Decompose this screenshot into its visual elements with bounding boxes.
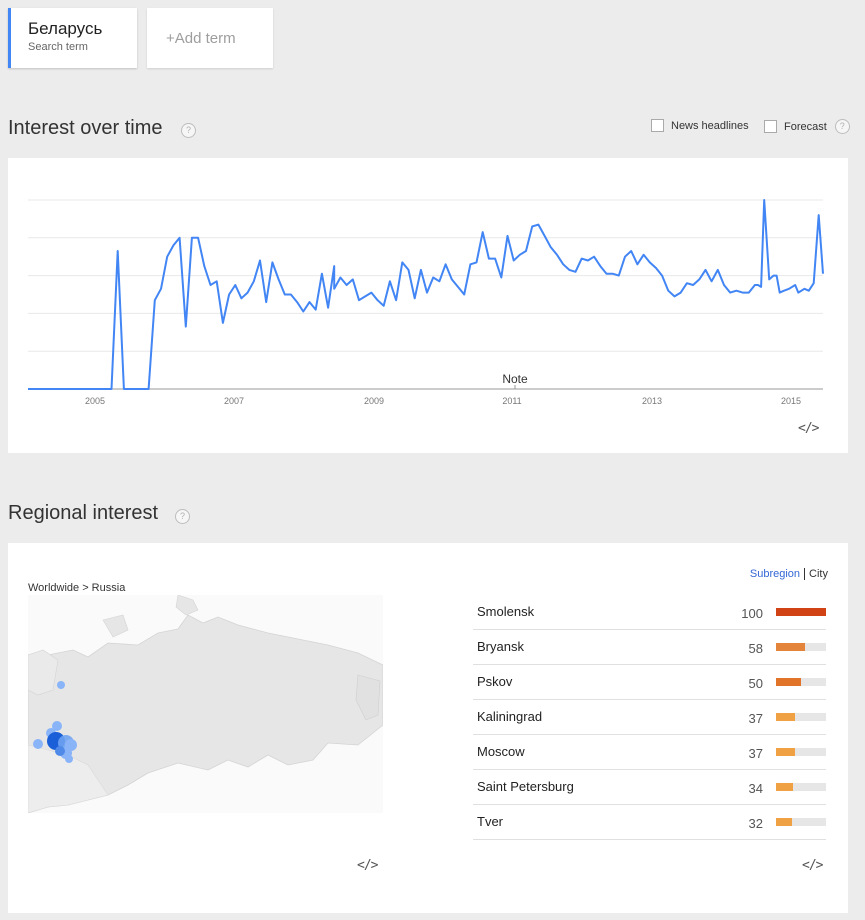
region-bar <box>776 748 826 756</box>
list-embed-icon[interactable]: </> <box>802 858 824 873</box>
regional-panel: Worldwide > Russia </> Subregion City Smo… <box>8 543 848 913</box>
subregion-toggle[interactable]: Subregion <box>749 568 806 580</box>
news-headlines-label: News headlines <box>671 119 749 132</box>
region-name: Moscow <box>477 744 525 759</box>
region-value: 58 <box>748 641 763 656</box>
help-icon[interactable]: ? <box>181 123 196 138</box>
search-term-caption: Search term <box>28 41 88 53</box>
region-bar-fill <box>776 748 795 756</box>
add-term-button[interactable]: +Add term <box>147 8 273 68</box>
region-bar <box>776 608 826 616</box>
region-name: Bryansk <box>477 639 524 654</box>
checkbox-box[interactable] <box>764 120 777 133</box>
series-line[interactable] <box>28 199 824 390</box>
region-row[interactable]: Pskov 50 <box>473 665 826 700</box>
map-embed-icon[interactable]: </> <box>357 858 379 873</box>
region-bar-fill <box>776 713 795 721</box>
map-breadcrumb[interactable]: Worldwide > Russia <box>28 582 125 594</box>
region-name: Saint Petersburg <box>477 779 574 794</box>
region-bar-fill <box>776 678 801 686</box>
region-bar <box>776 818 826 826</box>
region-name: Tver <box>477 814 503 829</box>
region-bar-fill <box>776 643 805 651</box>
region-row[interactable]: Tver 32 <box>473 805 826 840</box>
region-value: 34 <box>748 781 763 796</box>
region-bar-fill <box>776 818 792 826</box>
interest-line-chart: 2005 2007 2009 2011 2013 2015 Note <box>28 199 824 406</box>
region-bar-fill <box>776 783 793 791</box>
region-bar-fill <box>776 608 826 616</box>
region-value: 100 <box>741 606 763 621</box>
x-tick-label: 2011 <box>502 396 521 406</box>
x-tick-label: 2005 <box>85 396 105 406</box>
embed-icon[interactable]: </> <box>798 421 820 436</box>
interest-over-time-title: Interest over time <box>8 117 163 139</box>
region-bar <box>776 783 826 791</box>
x-tick-label: 2009 <box>364 396 384 406</box>
x-tick-label: 2013 <box>642 396 662 406</box>
news-headlines-checkbox[interactable]: News headlines <box>651 119 749 132</box>
region-row[interactable]: Bryansk 58 <box>473 630 826 665</box>
regional-interest-title: Regional interest <box>8 502 159 524</box>
region-value: 37 <box>748 711 763 726</box>
region-row[interactable]: Smolensk 100 <box>473 595 826 630</box>
x-tick-label: 2015 <box>781 396 801 406</box>
region-bar <box>776 713 826 721</box>
region-value: 50 <box>748 676 763 691</box>
help-icon[interactable]: ? <box>834 119 850 134</box>
interest-chart-panel: 2005 2007 2009 2011 2013 2015 Note </> <box>8 158 848 453</box>
add-term-label: +Add term <box>166 30 236 47</box>
region-value: 32 <box>748 816 763 831</box>
x-tick-label: 2007 <box>224 396 244 406</box>
region-bar <box>776 678 826 686</box>
region-name: Pskov <box>477 674 513 689</box>
region-name: Kaliningrad <box>477 709 543 724</box>
search-term-card[interactable]: Беларусь Search term <box>8 8 137 68</box>
region-row[interactable]: Saint Petersburg 34 <box>473 770 826 805</box>
checkbox-box[interactable] <box>651 119 664 132</box>
region-row[interactable]: Moscow 37 <box>473 735 826 770</box>
city-toggle[interactable]: City <box>805 568 828 580</box>
search-term-name: Беларусь <box>28 19 103 38</box>
subregion-city-toggle: Subregion City <box>749 568 828 580</box>
region-value: 37 <box>748 746 763 761</box>
regional-map[interactable] <box>28 595 383 813</box>
region-name: Smolensk <box>477 604 535 619</box>
forecast-checkbox[interactable]: Forecast ? <box>764 119 850 134</box>
note-annotation[interactable]: Note <box>502 372 528 386</box>
region-bar <box>776 643 826 651</box>
region-list: Smolensk 100 Bryansk 58 Pskov 50 Kaliningrad 37… <box>473 595 826 840</box>
forecast-label: Forecast <box>784 120 827 133</box>
region-row[interactable]: Kaliningrad 37 <box>473 700 826 735</box>
help-icon[interactable]: ? <box>175 509 190 524</box>
